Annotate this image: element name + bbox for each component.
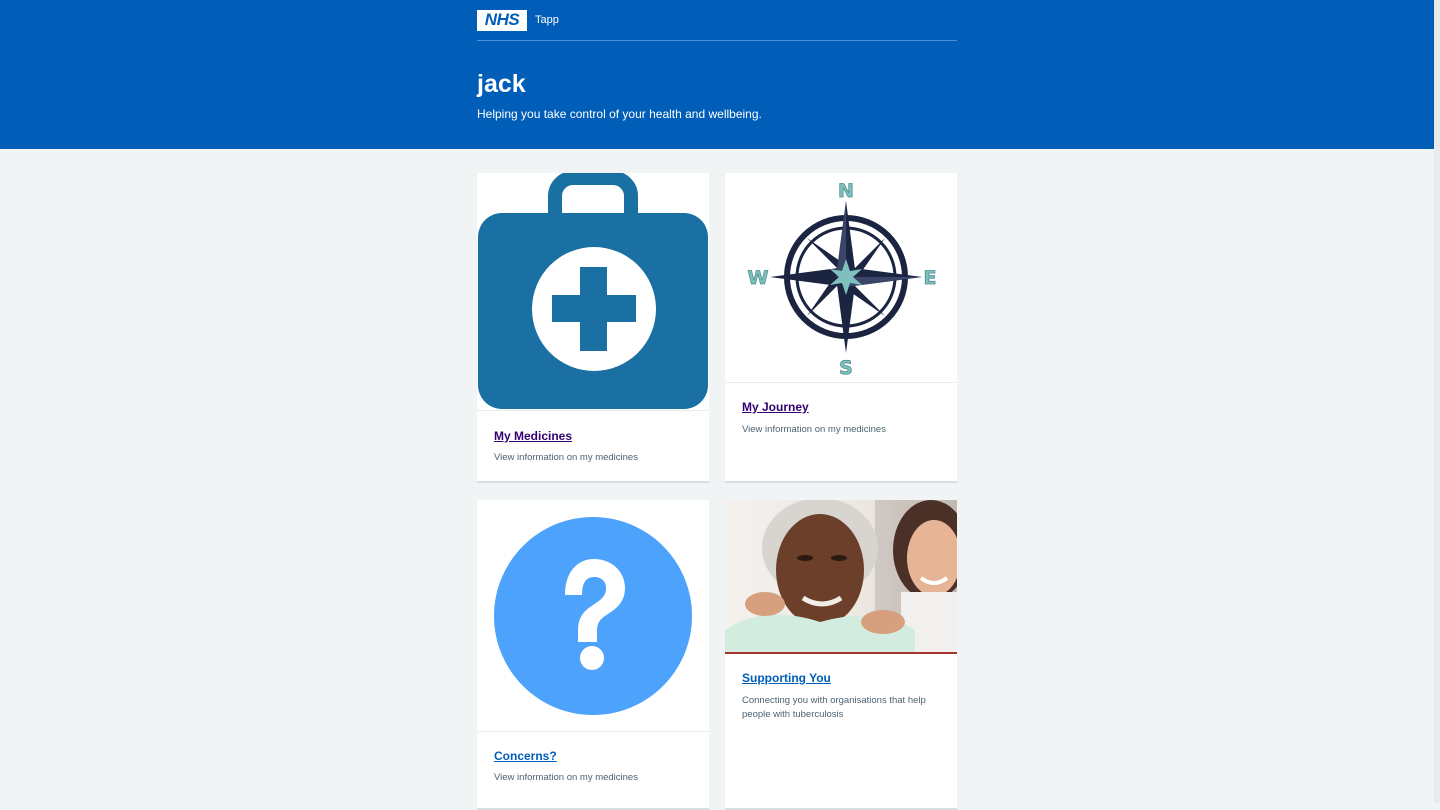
card-divider bbox=[725, 382, 957, 383]
nhs-logo[interactable]: NHS bbox=[477, 9, 527, 31]
logo-row[interactable]: NHS Tapp bbox=[477, 9, 559, 31]
service-name[interactable]: Tapp bbox=[535, 14, 559, 26]
supporting-you-description: Connecting you with organisations that h… bbox=[742, 695, 926, 720]
concerns-link[interactable]: Concerns? bbox=[494, 749, 557, 763]
supporting-you-link[interactable]: Supporting You bbox=[742, 671, 831, 685]
compass-letter-n: N bbox=[838, 180, 854, 202]
concerns-description: View information on my medicines bbox=[494, 772, 638, 783]
page-lede: Helping you take control of your health … bbox=[477, 107, 762, 121]
card-concerns[interactable]: Concerns? View information on my medicin… bbox=[477, 500, 709, 810]
header-divider bbox=[477, 40, 957, 41]
header-container: NHS Tapp jack Helping you take control o… bbox=[477, 0, 957, 149]
medical-kit-icon bbox=[477, 173, 709, 410]
my-medicines-link[interactable]: My Medicines bbox=[494, 429, 572, 443]
compass-letter-w: W bbox=[748, 267, 769, 289]
card-divider bbox=[477, 731, 709, 732]
card-my-journey[interactable]: N E S W My Journey View information on m… bbox=[725, 173, 957, 483]
carer-photo bbox=[725, 500, 957, 654]
card-supporting-you[interactable]: Supporting You Connecting you with organ… bbox=[725, 500, 957, 810]
question-mark-icon bbox=[477, 500, 709, 731]
page-title: jack bbox=[477, 70, 526, 98]
compass-icon: N E S W bbox=[725, 173, 957, 382]
scrollbar[interactable] bbox=[1434, 0, 1440, 803]
my-journey-description: View information on my medicines bbox=[742, 424, 886, 435]
compass-letter-e: E bbox=[924, 267, 937, 289]
page-header: NHS Tapp jack Helping you take control o… bbox=[0, 0, 1434, 149]
my-journey-link[interactable]: My Journey bbox=[742, 400, 809, 414]
compass-letter-s: S bbox=[839, 357, 853, 379]
card-divider bbox=[477, 410, 709, 411]
my-medicines-description: View information on my medicines bbox=[494, 452, 638, 463]
card-my-medicines[interactable]: My Medicines View information on my medi… bbox=[477, 173, 709, 483]
